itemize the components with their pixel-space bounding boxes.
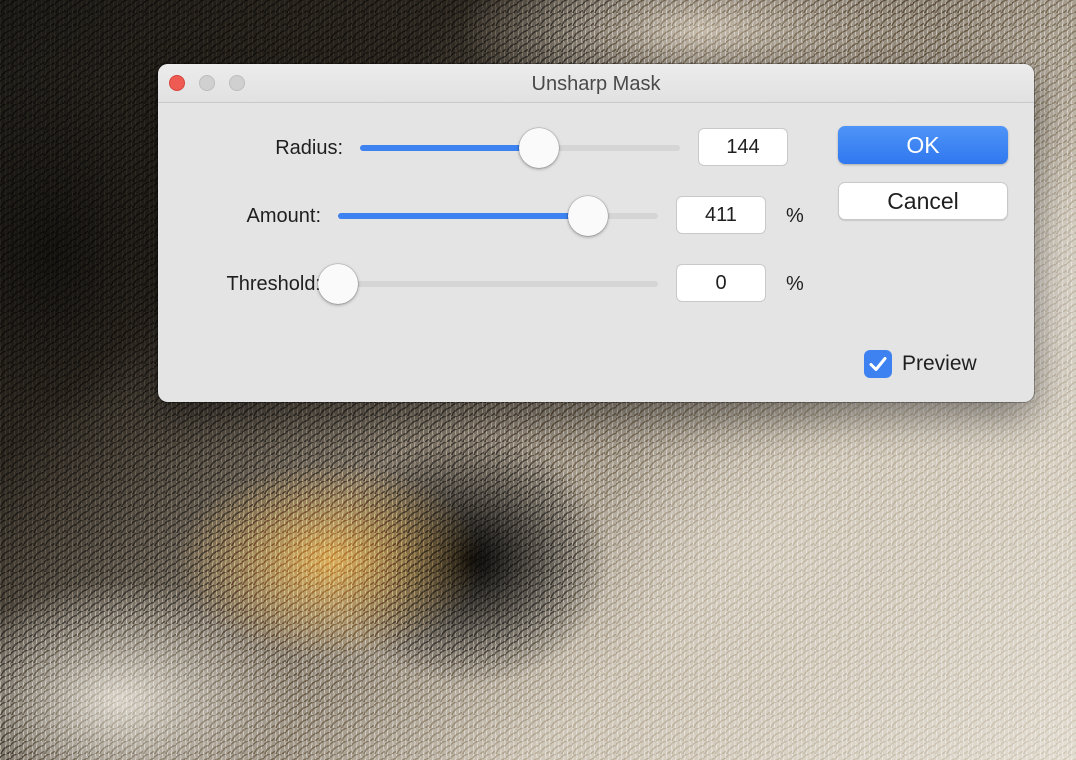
cancel-button[interactable]: Cancel <box>838 182 1008 220</box>
amount-value-field[interactable]: 411 <box>676 196 766 234</box>
radius-value-field[interactable]: 144 <box>698 128 788 166</box>
dialog-title: Unsharp Mask <box>531 73 661 95</box>
threshold-slider-track[interactable] <box>318 264 658 304</box>
radius-slider-thumb[interactable] <box>519 128 559 168</box>
radius-label: Radius: <box>275 137 343 159</box>
threshold-unit: % <box>786 273 804 295</box>
unsharp-mask-dialog: Unsharp Mask Radius: 144 Amount: 411 % T… <box>158 64 1034 402</box>
ok-button[interactable]: OK <box>838 126 1008 164</box>
amount-slider-track[interactable] <box>338 196 658 236</box>
threshold-value-field[interactable]: 0 <box>676 264 766 302</box>
preview-checkbox[interactable] <box>864 350 892 378</box>
radius-slider-track[interactable] <box>360 128 680 168</box>
amount-slider-thumb[interactable] <box>568 196 608 236</box>
radius-slider-fill <box>360 145 539 151</box>
preview-label[interactable]: Preview <box>902 352 977 376</box>
amount-unit: % <box>786 205 804 227</box>
threshold-label: Threshold: <box>226 273 322 295</box>
amount-slider-fill <box>338 213 588 219</box>
amount-label: Amount: <box>246 205 321 227</box>
title-bar: Unsharp Mask <box>158 64 1034 103</box>
checkmark-icon <box>869 357 887 371</box>
threshold-slider-thumb[interactable] <box>318 264 358 304</box>
